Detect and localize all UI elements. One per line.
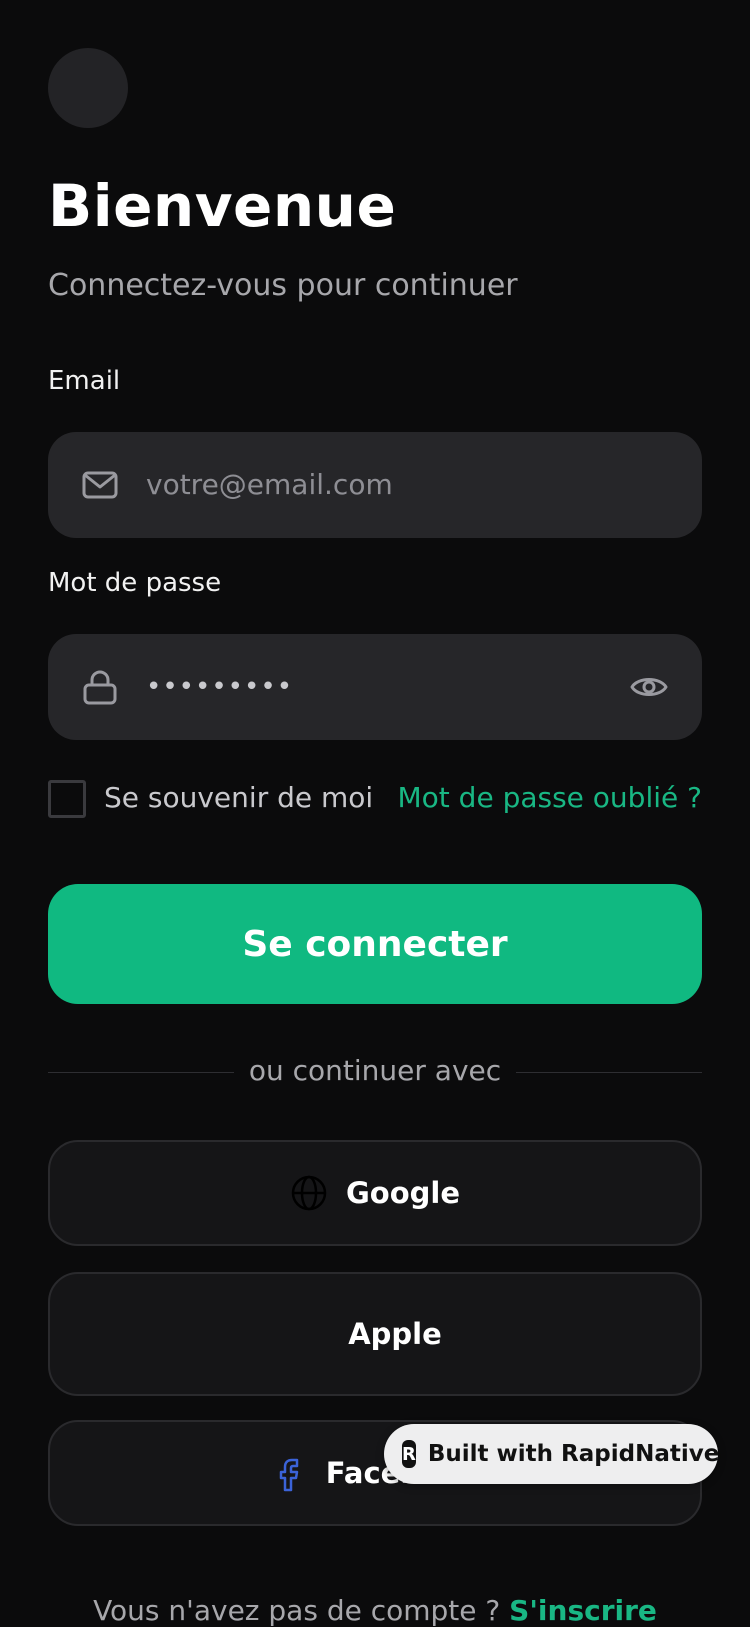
apple-button[interactable]: Apple — [48, 1272, 702, 1396]
signup-link[interactable]: S'inscrire — [509, 1594, 657, 1627]
apple-label: Apple — [348, 1317, 442, 1351]
divider-text: ou continuer avec — [248, 1054, 502, 1087]
google-button[interactable]: Google — [48, 1140, 702, 1246]
password-field[interactable]: ••••••••• — [48, 634, 702, 740]
avatar — [48, 48, 128, 128]
badge-label: Built with RapidNative — [427, 1441, 720, 1467]
mail-icon — [82, 471, 118, 499]
facebook-icon — [279, 1458, 299, 1492]
rapidnative-logo-icon: R — [402, 1440, 416, 1468]
forgot-password-link[interactable]: Mot de passe oublié ? — [398, 781, 703, 814]
lock-icon — [83, 670, 117, 705]
email-field[interactable]: votre@email.com — [48, 432, 702, 538]
built-with-badge[interactable]: R Built with RapidNative — [384, 1424, 720, 1484]
signup-prompt: Vous n'avez pas de compte ? S'inscrire — [0, 1594, 750, 1627]
password-label: Mot de passe — [48, 568, 222, 598]
signup-prompt-text: Vous n'avez pas de compte ? — [93, 1594, 501, 1627]
globe-icon — [291, 1175, 327, 1211]
password-value: ••••••••• — [146, 672, 294, 702]
login-button[interactable]: Se connecter — [48, 884, 702, 1004]
google-label: Google — [345, 1176, 461, 1210]
email-placeholder: votre@email.com — [146, 468, 393, 501]
page-title: Bienvenue — [48, 172, 397, 240]
page-subtitle: Connectez-vous pour continuer — [48, 268, 518, 303]
remember-checkbox[interactable] — [48, 780, 86, 818]
remember-label[interactable]: Se souvenir de moi — [104, 781, 373, 814]
email-label: Email — [48, 366, 121, 396]
eye-icon[interactable] — [630, 669, 668, 705]
